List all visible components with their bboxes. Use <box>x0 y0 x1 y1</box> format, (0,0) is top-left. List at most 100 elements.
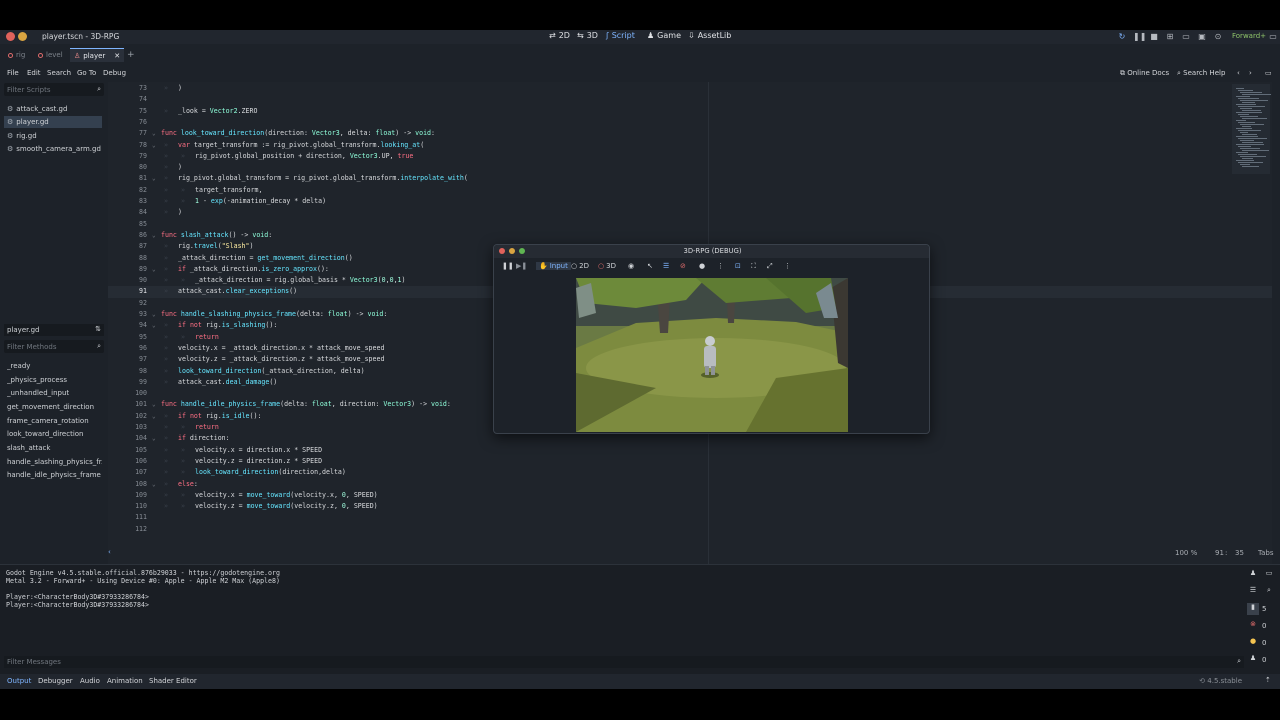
minimize-window-button[interactable] <box>18 32 27 41</box>
game-viewport[interactable] <box>576 278 848 432</box>
fold-icon[interactable]: ⌄ <box>152 173 156 184</box>
toggle-scripts-panel-icon[interactable]: ‹ <box>108 548 111 556</box>
menu-edit[interactable]: Edit <box>27 69 41 77</box>
method-item[interactable]: _physics_process <box>7 376 102 384</box>
tab-output[interactable]: Output <box>7 677 31 685</box>
embed-options-icon[interactable]: ⊡ <box>735 262 741 270</box>
search-help-button[interactable]: ⌕ Search Help <box>1177 69 1225 78</box>
tab-rig[interactable]: rig <box>8 48 25 62</box>
code-line[interactable]: 80) » <box>108 162 1272 173</box>
code-line[interactable]: 105 velocity.x = direction.x * SPEED » » <box>108 445 1272 456</box>
nav-assetlib[interactable]: ⇩ AssetLib <box>688 31 731 40</box>
expand-icon[interactable]: ▭ <box>1268 32 1278 41</box>
nav-3d[interactable]: ⇆ 3D <box>577 31 598 40</box>
fold-icon[interactable]: ⌄ <box>152 320 156 331</box>
menu-icon[interactable]: ⋮ <box>784 262 791 270</box>
nav-script[interactable]: ʃ Script <box>606 31 635 40</box>
play-scene-icon[interactable]: ▭ <box>1181 32 1191 41</box>
close-window-button[interactable] <box>6 32 15 41</box>
tab-shader-editor[interactable]: Shader Editor <box>149 677 197 685</box>
tab-debugger[interactable]: Debugger <box>38 677 73 685</box>
script-item[interactable]: ⚙ rig.gd <box>4 130 102 142</box>
nav-game[interactable]: ♟ Game <box>647 31 681 40</box>
fold-icon[interactable]: ⌄ <box>152 399 156 410</box>
renderer-select[interactable]: Forward+ <box>1232 32 1266 40</box>
code-line[interactable]: 111 <box>108 512 1272 523</box>
indent-mode[interactable]: Tabs <box>1258 549 1274 557</box>
code-line[interactable]: 73) » <box>108 83 1272 94</box>
distraction-free-icon[interactable]: ▭ <box>1265 69 1272 77</box>
filter-messages-input[interactable]: Filter Messages ⌕ <box>4 656 1244 668</box>
fit-icon[interactable]: ⛶ <box>751 262 756 271</box>
movie-maker-icon[interactable]: ⊙ <box>1213 32 1223 41</box>
search-output-icon[interactable]: ⌕ <box>1263 586 1275 598</box>
method-item[interactable]: _ready <box>7 362 102 370</box>
code-line[interactable]: 112 <box>108 524 1272 535</box>
code-line[interactable]: 104 ⌄ if direction: » <box>108 433 1272 444</box>
code-line[interactable]: 110 velocity.z = move_toward(velocity.z, … <box>108 501 1272 512</box>
method-item[interactable]: get_movement_direction <box>7 403 102 411</box>
select-icon[interactable]: ↖ <box>647 262 653 270</box>
code-line[interactable]: 83 1 - exp(-animation_decay * delta) » » <box>108 196 1272 207</box>
play-custom-icon[interactable]: ▣ <box>1197 32 1207 41</box>
menu-search[interactable]: Search <box>47 69 71 77</box>
add-tab-button[interactable]: + <box>127 48 135 62</box>
minimize-window-button[interactable] <box>509 248 515 254</box>
mode-2d-button[interactable]: ○ 2D <box>571 262 589 270</box>
code-line[interactable]: 85 <box>108 219 1272 230</box>
pause-icon[interactable]: ❚❚ <box>1133 32 1146 41</box>
messages-toggle-icon[interactable]: ▮ <box>1247 603 1259 615</box>
filter-lines-icon[interactable]: ☰ <box>1247 586 1259 598</box>
code-line[interactable]: 77 ⌄ func look_toward_direction(direction:… <box>108 128 1272 139</box>
online-docs-button[interactable]: ⧉ Online Docs <box>1120 69 1169 78</box>
menu-goto[interactable]: Go To <box>77 69 96 77</box>
script-item[interactable]: ⚙ smooth_camera_arm.gd <box>4 143 102 155</box>
code-line[interactable]: 79 rig_pivot.global_position + direction,… <box>108 151 1272 162</box>
minimap[interactable] <box>1232 84 1271 174</box>
fold-icon[interactable]: ⌄ <box>152 230 156 241</box>
code-line[interactable]: 108 ⌄ else: » <box>108 479 1272 490</box>
more-icon[interactable]: ⋮ <box>717 262 724 270</box>
method-item[interactable]: look_toward_direction <box>7 430 102 438</box>
warning-toggle-icon[interactable]: ● <box>1247 637 1259 649</box>
zoom-level[interactable]: 100 % <box>1175 549 1197 557</box>
input-mode-button[interactable]: ✋ Input <box>536 262 571 270</box>
copy-output-icon[interactable]: ▭ <box>1263 569 1275 581</box>
code-line[interactable]: 107 look_toward_direction(direction,delta… <box>108 467 1272 478</box>
code-line[interactable]: 76 <box>108 117 1272 128</box>
mode-3d-button[interactable]: ○ 3D <box>598 262 616 270</box>
script-item[interactable]: ⚙ attack_cast.gd <box>4 103 102 115</box>
remote-debug-icon[interactable]: ⊞ <box>1165 32 1175 41</box>
fold-icon[interactable]: ⌄ <box>152 411 156 422</box>
code-line[interactable]: 109 velocity.x = move_toward(velocity.x, … <box>108 490 1272 501</box>
method-item[interactable]: _unhandled_input <box>7 389 102 397</box>
tab-level[interactable]: level <box>38 48 63 62</box>
fold-icon[interactable]: ⌄ <box>152 479 156 490</box>
method-item[interactable]: handle_idle_physics_frame <box>7 471 102 479</box>
visibility-icon[interactable]: ◉ <box>628 262 634 270</box>
close-tab-icon[interactable]: ✕ <box>114 52 120 60</box>
code-line[interactable]: 75 _look = Vector2.ZERO » <box>108 106 1272 117</box>
tab-player[interactable]: ♙ player ✕ <box>70 48 125 62</box>
script-item[interactable]: ⚙ player.gd <box>4 116 102 128</box>
filter-scripts-input[interactable]: Filter Scripts ⌕ <box>4 83 104 96</box>
stop-icon[interactable]: ■ <box>1149 32 1159 41</box>
code-line[interactable]: 84) » <box>108 207 1272 218</box>
close-window-button[interactable] <box>499 248 505 254</box>
nav-2d[interactable]: ⇄ 2D <box>549 31 570 40</box>
fullscreen-icon[interactable]: ⤢ <box>767 262 773 271</box>
method-item[interactable]: slash_attack <box>7 444 102 452</box>
filter-methods-input[interactable]: Filter Methods ⌕ <box>4 340 104 353</box>
tab-audio[interactable]: Audio <box>80 677 100 685</box>
menu-file[interactable]: File <box>7 69 19 77</box>
code-line[interactable]: 74 <box>108 94 1272 105</box>
sort-icon[interactable]: ⇅ <box>95 325 101 333</box>
fold-icon[interactable]: ⌄ <box>152 140 156 151</box>
clear-output-icon[interactable]: ♟ <box>1247 569 1259 581</box>
next-frame-icon[interactable]: ▶❚ <box>516 262 527 270</box>
next-icon[interactable]: › <box>1249 69 1252 77</box>
method-item[interactable]: frame_camera_rotation <box>7 417 102 425</box>
code-line[interactable]: 82 target_transform, » » <box>108 185 1272 196</box>
no-select-icon[interactable]: ⊘ <box>680 262 686 270</box>
fold-icon[interactable]: ⌄ <box>152 433 156 444</box>
